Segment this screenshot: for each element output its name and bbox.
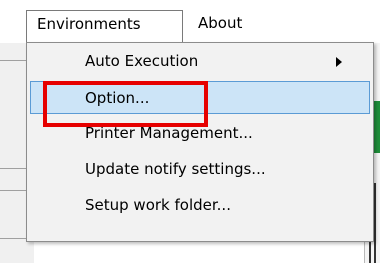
menu-item-label: Update notify settings...: [85, 160, 266, 178]
background-dark-bar: [374, 183, 376, 263]
menu-item-option[interactable]: Option...: [30, 81, 370, 114]
menu-item-label: Printer Management...: [85, 124, 253, 142]
environments-dropdown: Auto Execution Option... Printer Managem…: [26, 42, 374, 242]
menu-about[interactable]: About: [188, 10, 268, 43]
menu-bar: Environments About: [0, 0, 380, 43]
menu-item-update-notify-settings[interactable]: Update notify settings...: [30, 153, 370, 186]
menu-item-label: Setup work folder...: [85, 196, 231, 214]
menu-item-label: Option...: [85, 89, 150, 107]
menu-item-label: Auto Execution: [85, 52, 199, 70]
submenu-arrow-icon: [336, 57, 342, 67]
menu-item-setup-work-folder[interactable]: Setup work folder...: [30, 189, 370, 222]
menu-item-auto-execution[interactable]: Auto Execution: [30, 45, 370, 78]
menu-environments[interactable]: Environments: [26, 10, 183, 43]
menu-item-printer-management[interactable]: Printer Management...: [30, 117, 370, 150]
